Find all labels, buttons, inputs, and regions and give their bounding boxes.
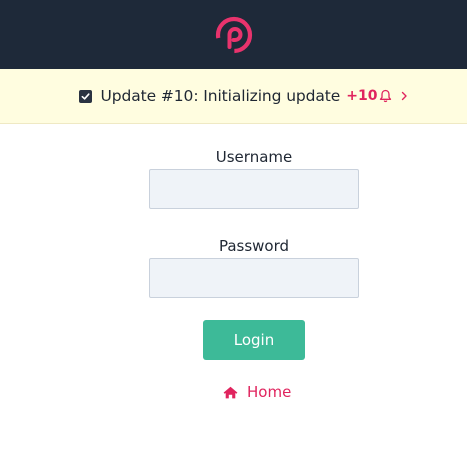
update-count-badge: +10 xyxy=(346,88,392,104)
home-label: Home xyxy=(247,383,292,401)
bell-icon xyxy=(379,89,392,103)
username-label: Username xyxy=(215,148,293,166)
top-navbar xyxy=(0,0,467,69)
checkbox-checked-icon[interactable] xyxy=(78,89,92,103)
home-link[interactable]: Home xyxy=(223,383,291,401)
update-banner: Update #10: Initializing update +10 xyxy=(0,69,467,124)
update-count: +10 xyxy=(346,88,378,104)
username-field[interactable] xyxy=(149,169,359,209)
brand-logo-icon[interactable] xyxy=(214,15,254,55)
chevron-right-icon[interactable] xyxy=(400,91,408,101)
password-field[interactable] xyxy=(149,258,359,298)
home-icon xyxy=(223,386,238,399)
update-notification[interactable]: Update #10: Initializing update +10 xyxy=(78,87,409,105)
login-button[interactable]: Login xyxy=(203,320,305,360)
update-message: Update #10: Initializing update xyxy=(100,87,341,105)
login-form: Username Password xyxy=(149,146,359,298)
password-label: Password xyxy=(218,237,290,255)
